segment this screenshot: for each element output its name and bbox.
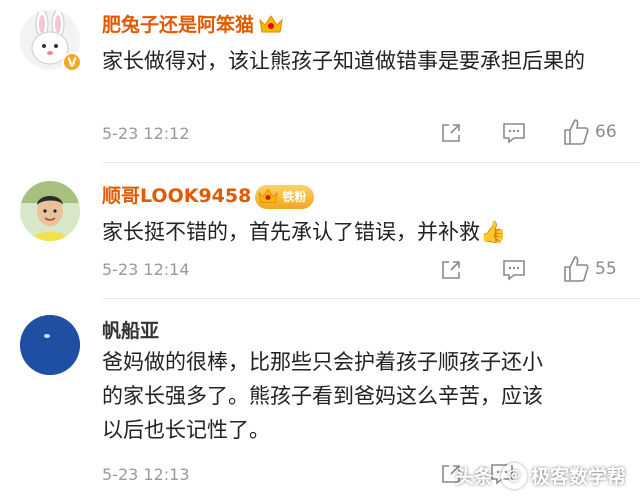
person-avatar-icon (20, 181, 80, 241)
username-text: 帆船亚 (102, 320, 160, 342)
comment-button[interactable] (502, 122, 526, 144)
comment-time: 5-23 12:12 (102, 124, 190, 143)
avatar[interactable] (20, 181, 80, 241)
comment-icon (503, 123, 525, 144)
comment-text: 爸妈做的很棒，比那些只会护着孩子顺孩子还小的家长强多了。熊孩子看到爸妈这么辛苦，… (102, 350, 543, 442)
username-text: 顺哥LOOK9458 (102, 185, 252, 207)
watermark-author: 极客数学帮 (530, 466, 626, 488)
like-button[interactable]: 55 (563, 255, 617, 283)
blue-avatar-icon (20, 315, 80, 375)
comment-button[interactable] (502, 259, 526, 281)
comment-text: 家长做得对，该让熊孩子知道做错事是要承担后果的 (102, 49, 585, 73)
like-button[interactable]: 66 (563, 118, 617, 146)
member-crown-icon (258, 12, 284, 39)
username[interactable]: 顺哥LOOK9458 铁粉 (102, 181, 315, 209)
fan-badge: 铁粉 (255, 184, 315, 209)
username[interactable]: 肥兔子还是阿笨猫 (102, 10, 284, 39)
at-icon: @ (500, 462, 527, 489)
comment-text: 家长挺不错的，首先承认了错误，并补救👍 (102, 220, 507, 244)
svg-text:V: V (67, 56, 77, 70)
like-count: 55 (595, 259, 617, 279)
like-count: 66 (595, 122, 617, 142)
comment-item: V 肥兔子还是阿笨猫 家长做得对，该让熊孩子知道做错事是要承担后果的 5-23 … (0, 0, 640, 160)
thumbs-up-icon (564, 256, 589, 282)
share-button[interactable] (440, 259, 462, 281)
watermark: 头条 @ 极客数学帮 (455, 462, 626, 489)
share-icon (442, 261, 460, 279)
share-icon (442, 124, 460, 142)
comment-icon (503, 260, 525, 281)
comment-item: 顺哥LOOK9458 铁粉 家长挺不错的，首先承认了错误，并补救👍 5-23 12… (0, 163, 640, 295)
member-crown-icon (257, 186, 279, 207)
username-text: 肥兔子还是阿笨猫 (102, 14, 255, 36)
watermark-source: 头条 (454, 466, 493, 488)
comment-time: 5-23 12:14 (102, 260, 190, 279)
comment-time: 5-23 12:13 (102, 465, 190, 484)
verified-badge-icon: V (62, 52, 82, 72)
fan-badge-label: 铁粉 (282, 190, 307, 204)
avatar[interactable] (20, 315, 80, 375)
share-button[interactable] (440, 122, 462, 144)
thumbs-up-icon (564, 119, 589, 145)
username[interactable]: 帆船亚 (102, 316, 159, 343)
